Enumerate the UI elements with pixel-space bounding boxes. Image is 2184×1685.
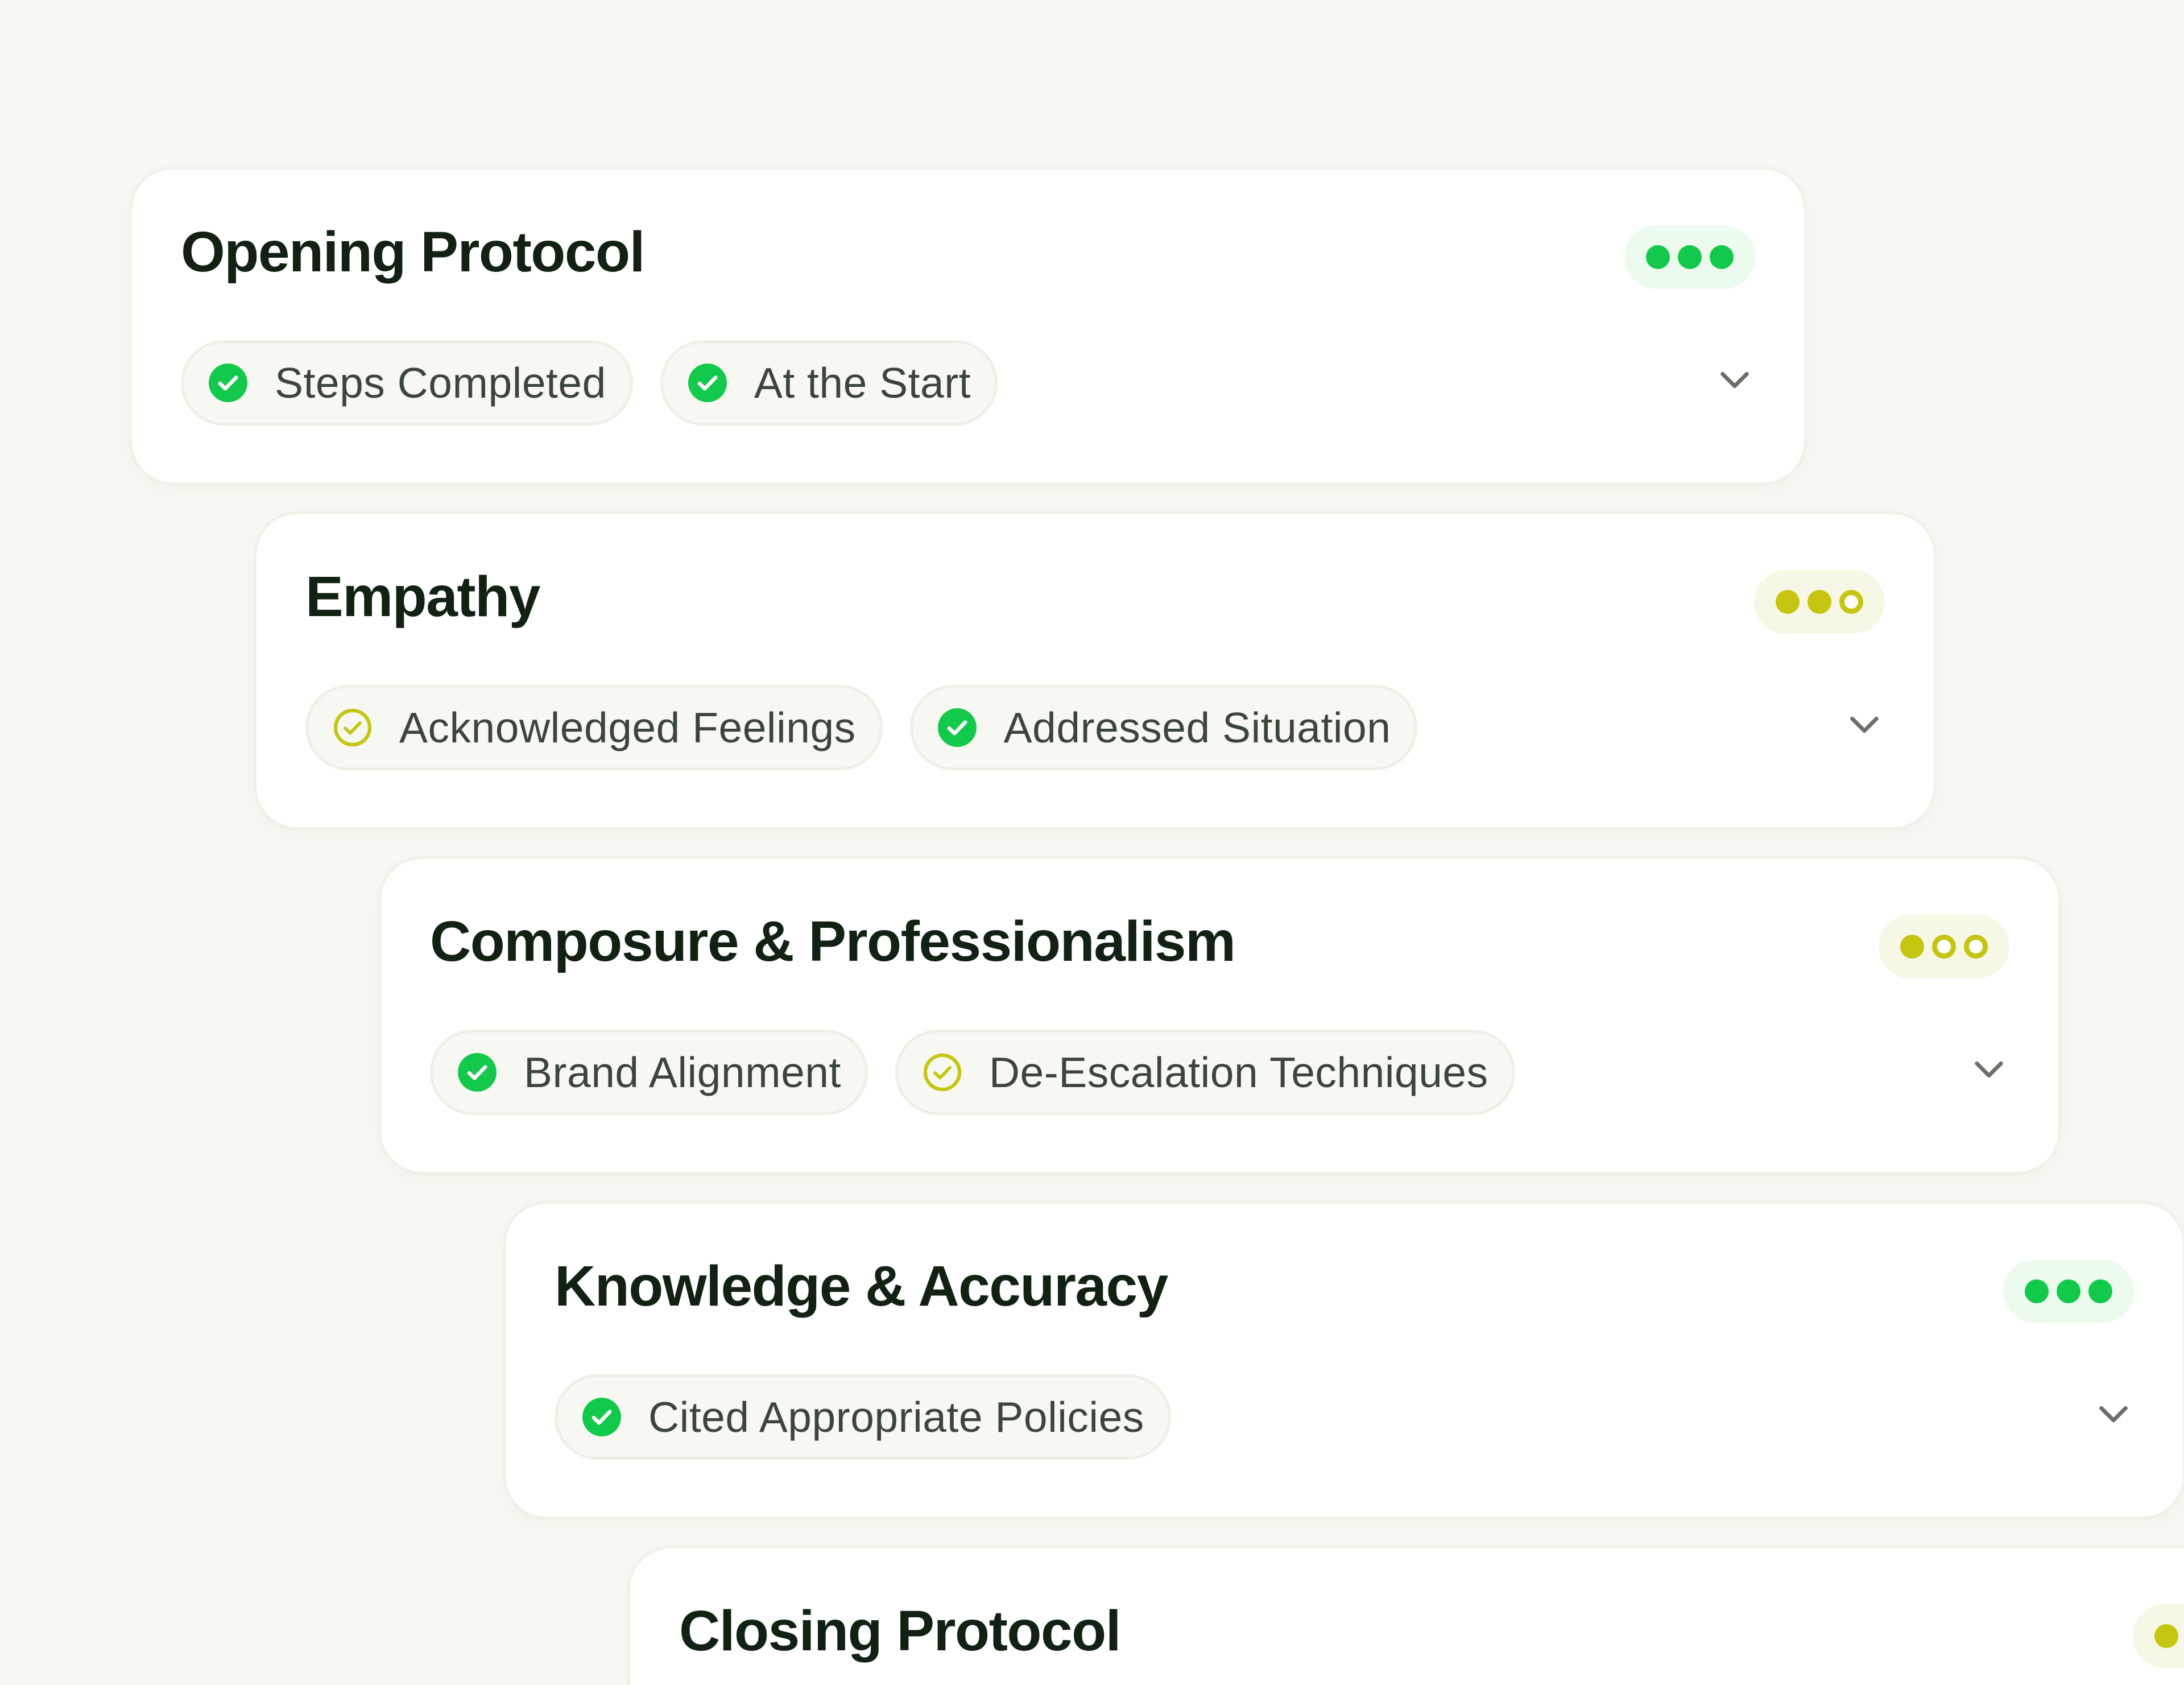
criteria-card-composure-professionalism[interactable]: Composure & Professionalism Brand Alignm… (381, 859, 2058, 1172)
card-title: Composure & Professionalism (430, 910, 1236, 973)
check-circle-filled-icon (937, 708, 977, 747)
score-indicator (1624, 225, 1755, 289)
score-dot-filled (1678, 245, 1702, 269)
check-circle-filled-icon (458, 1053, 497, 1092)
criteria-card-closing-protocol[interactable]: Closing Protocol (630, 1548, 2184, 1685)
chevron-down-icon[interactable] (1846, 707, 1883, 743)
criteria-tag-label: Addressed Situation (1003, 704, 1391, 751)
criteria-card-empathy[interactable]: Empathy Acknowledged Feelings Addressed … (257, 514, 1934, 827)
criteria-tag: Brand Alignment (430, 1030, 868, 1115)
criteria-tag: Steps Completed (181, 340, 633, 426)
chevron-down-icon[interactable] (1716, 362, 1753, 398)
score-indicator (2003, 1259, 2134, 1323)
score-dot-filled (2025, 1279, 2049, 1303)
criteria-tag-label: Steps Completed (275, 359, 606, 407)
card-title: Empathy (305, 565, 540, 629)
criteria-tag-label: At the Start (754, 359, 971, 407)
criteria-tag-label: Brand Alignment (524, 1048, 841, 1096)
score-dot-filled (1776, 590, 1800, 614)
score-indicator (1754, 570, 1885, 634)
chevron-down-icon[interactable] (2095, 1396, 2132, 1432)
card-title: Closing Protocol (679, 1599, 1122, 1663)
score-dot-filled (2154, 1624, 2178, 1648)
check-circle-outline-icon (923, 1053, 961, 1092)
score-indicator (2133, 1604, 2184, 1668)
score-indicator (1879, 915, 2009, 978)
criteria-tag: At the Start (660, 340, 998, 426)
criteria-card-opening-protocol[interactable]: Opening Protocol Steps Completed At the … (132, 170, 1804, 482)
criteria-tags: Steps Completed At the Start (181, 340, 998, 426)
card-title: Opening Protocol (181, 220, 645, 284)
score-dot-empty (1964, 935, 1988, 959)
criteria-tag-label: De-Escalation Techniques (988, 1048, 1488, 1096)
score-dot-filled (2088, 1279, 2112, 1303)
card-title: Knowledge & Accuracy (555, 1254, 1168, 1318)
chevron-down-icon[interactable] (1971, 1051, 2007, 1088)
check-circle-filled-icon (209, 364, 247, 402)
score-dot-empty (1839, 590, 1863, 614)
check-circle-outline-icon (333, 708, 372, 747)
criteria-card-knowledge-accuracy[interactable]: Knowledge & Accuracy Cited Appropriate P… (506, 1204, 2183, 1517)
check-circle-filled-icon (688, 364, 727, 402)
score-dot-filled (2057, 1279, 2080, 1303)
criteria-tags: Brand Alignment De-Escalation Techniques (430, 1030, 1515, 1115)
score-dot-empty (1932, 935, 1956, 959)
score-dot-filled (1807, 590, 1831, 614)
criteria-tag: Cited Appropriate Policies (555, 1374, 1171, 1460)
score-dot-filled (1710, 245, 1734, 269)
criteria-tag-label: Acknowledged Feelings (399, 704, 856, 751)
check-circle-filled-icon (582, 1398, 621, 1436)
criteria-tags: Cited Appropriate Policies (555, 1374, 1171, 1460)
criteria-tags: Acknowledged Feelings Addressed Situatio… (305, 685, 1418, 770)
criteria-tag: Addressed Situation (909, 685, 1418, 770)
criteria-tag-label: Cited Appropriate Policies (648, 1393, 1144, 1441)
score-dot-filled (1900, 935, 1924, 959)
criteria-tag: De-Escalation Techniques (895, 1030, 1515, 1115)
score-dot-filled (1646, 245, 1670, 269)
criteria-tag: Acknowledged Feelings (305, 685, 883, 770)
